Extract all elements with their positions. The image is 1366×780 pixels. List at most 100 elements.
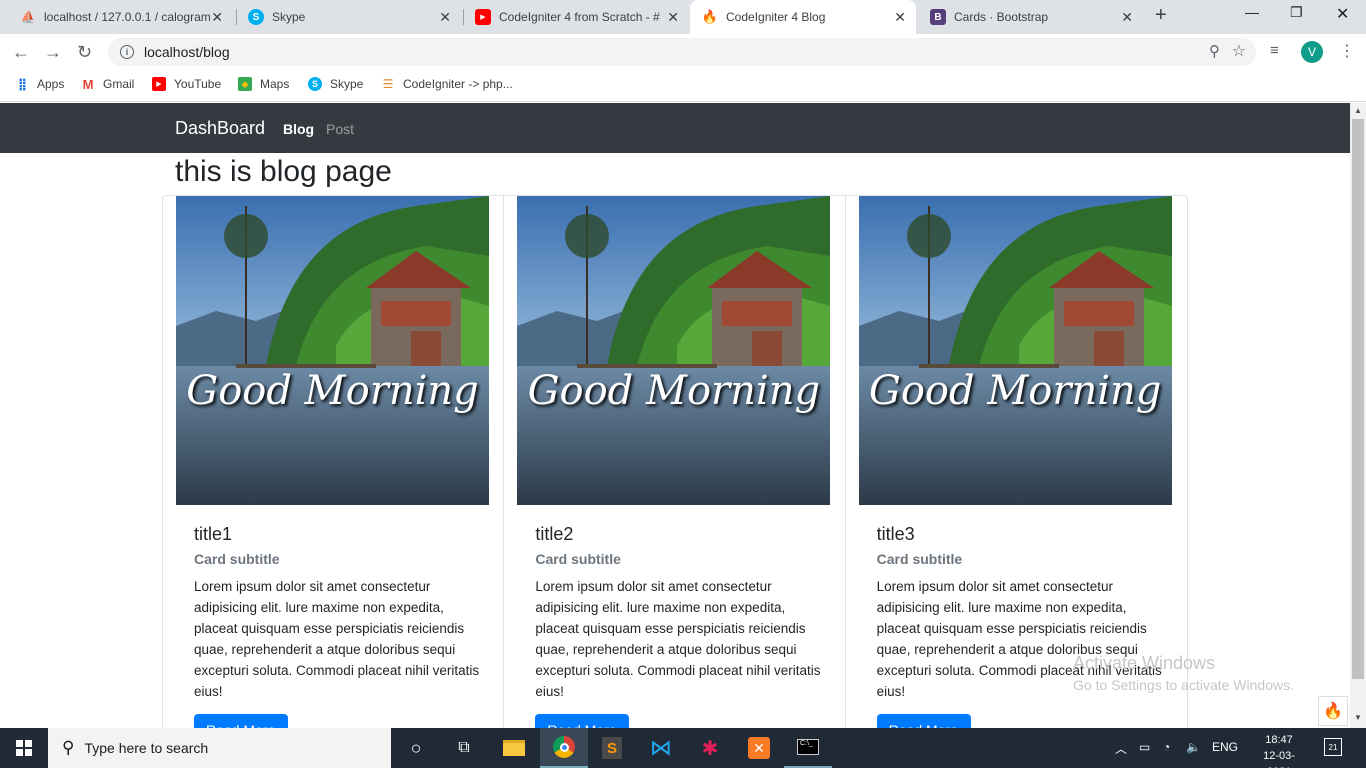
close-tab-icon[interactable]: ✕ [439,9,451,26]
taskbar-search[interactable]: ⚲ Type here to search [48,728,391,768]
tab-youtube[interactable]: ▶ CodeIgniter 4 from Scratch - # ✕ [463,0,689,34]
image-caption: Good Morning [868,368,1162,414]
youtube-icon: ▶ [152,77,166,91]
card: Good Morning title3 Card subtitle Lorem … [846,196,1187,728]
bookmark-youtube[interactable]: ▶ YouTube [152,77,221,91]
card-title: title1 [194,524,233,544]
nav-link-blog[interactable]: Blog [283,121,314,137]
vscode-icon[interactable]: ⋈ [637,728,685,768]
toolbar: ← → ↻ i localhost/blog ⚲ ☆ ≡ V ⋮ [0,34,1366,70]
navbar: DashBoard Blog Post [0,103,1350,153]
menu-icon[interactable]: ⋮ [1339,41,1355,61]
tab-codeigniter-blog[interactable]: 🔥 CodeIgniter 4 Blog ✕ [690,0,916,34]
cortana-icon[interactable]: ○ [392,728,440,768]
card: Good Morning title2 Card subtitle Lorem … [504,196,846,728]
close-tab-icon[interactable]: ✕ [667,9,679,26]
file-explorer-icon[interactable] [490,728,538,768]
reload-icon[interactable]: ↻ [77,42,92,63]
tab-bootstrap[interactable]: B Cards · Bootstrap ✕ [918,0,1143,34]
notification-center-icon[interactable]: 21 [1324,738,1342,756]
scroll-down-icon[interactable]: ▼ [1354,713,1362,722]
watermark-title: Activate Windows [1073,653,1216,673]
task-view-icon[interactable]: ⧉ [440,728,488,768]
tab-strip: ⛵ localhost / 127.0.0.1 / calogram ✕ S S… [0,0,1366,34]
xampp-icon[interactable]: ✕ [735,728,783,768]
clock-time: 18:47 [1265,734,1293,746]
maps-icon: ◆ [238,77,252,91]
read-more-button[interactable]: Read More [535,714,630,728]
bootstrap-icon: B [930,9,946,25]
image-caption: Good Morning [186,368,479,414]
wifi-icon[interactable]: ◔ [1163,740,1170,754]
close-tab-icon[interactable]: ✕ [894,9,906,26]
skype-icon: S [248,9,264,25]
info-icon[interactable]: i [120,45,134,59]
input-language[interactable]: ENG [1212,740,1238,754]
notification-count: 21 [1328,742,1338,752]
slack-icon[interactable]: ✱ [686,728,734,768]
nav-link-post[interactable]: Post [326,121,354,137]
tab-skype[interactable]: S Skype ✕ [236,0,461,34]
gmail-icon: M [82,76,94,92]
minimize-icon[interactable]: — [1245,4,1259,20]
card-subtitle: Card subtitle [876,551,963,567]
bookmark-skype[interactable]: S Skype [308,77,363,91]
card-subtitle: Card subtitle [194,551,280,567]
address-bar[interactable]: i localhost/blog ⚲ ☆ [108,38,1256,66]
page-scrollbar[interactable]: ▲ ▼ [1350,103,1366,728]
skype-icon: S [308,77,322,91]
card-group: Good Morning title1 Card subtitle Lorem … [162,195,1188,728]
volume-icon[interactable]: 🔈 [1186,740,1201,754]
card: Good Morning title1 Card subtitle Lorem … [163,196,505,728]
terminal-icon[interactable]: C:\_ [784,728,832,768]
scrollbar-thumb[interactable] [1352,119,1364,679]
card-subtitle: Card subtitle [535,551,621,567]
card-image: Good Morning [858,196,1172,505]
forward-icon[interactable]: → [44,42,62,63]
bookmark-maps[interactable]: ◆ Maps [238,77,289,91]
read-more-button[interactable]: Read More [876,714,971,728]
bookmark-codeigniter[interactable]: ☰ CodeIgniter -> php... [381,77,513,91]
new-tab-icon[interactable]: + [1155,4,1167,27]
page-viewport: DashBoard Blog Post this is blog page Go… [0,103,1350,728]
close-tab-icon[interactable]: ✕ [1121,9,1133,26]
battery-icon[interactable]: ▭ [1139,740,1150,754]
profile-avatar[interactable]: V [1301,41,1323,63]
card-text: Lorem ipsum dolor sit amet consectetur a… [194,579,480,699]
codeigniter-icon: 🔥 [701,9,719,24]
navbar-brand[interactable]: DashBoard [175,118,265,139]
card-image: Good Morning [517,196,831,505]
card-title: title2 [535,524,574,544]
start-button[interactable] [0,728,48,768]
apps-grid-icon: ⣿ [17,77,27,91]
read-more-button[interactable]: Read More [194,714,288,728]
page-heading: this is blog page [175,155,392,188]
zoom-icon[interactable]: ⚲ [1209,42,1220,60]
image-caption: Good Morning [527,368,821,414]
restore-icon[interactable]: ❐ [1290,4,1303,21]
close-tab-icon[interactable]: ✕ [211,9,223,26]
codeigniter-debug-icon[interactable]: 🔥 [1318,696,1348,726]
close-window-icon[interactable]: ✕ [1336,4,1349,24]
search-placeholder: Type here to search [84,740,209,756]
taskbar: ⚲ Type here to search ○ ⧉ S ⋈ ✱ ✕ C:\_ ︿… [0,728,1366,778]
watermark-subtitle: Go to Settings to activate Windows. [1073,677,1294,693]
chrome-icon[interactable] [540,728,588,768]
bookmark-gmail[interactable]: M Gmail [81,76,135,92]
scroll-up-icon[interactable]: ▲ [1354,106,1362,115]
back-icon[interactable]: ← [12,42,30,63]
media-queue-icon[interactable]: ≡ [1270,42,1279,59]
clock[interactable]: 18:47 12-03-2021 [1254,732,1304,780]
bookmarks-bar: ⣿ Apps M Gmail ▶ YouTube ◆ Maps S Skype … [0,70,1366,102]
bookmark-apps[interactable]: ⣿ Apps [15,77,65,91]
bookmark-star-icon[interactable]: ☆ [1232,41,1246,61]
search-icon: ⚲ [62,738,75,757]
tab-phpmyadmin[interactable]: ⛵ localhost / 127.0.0.1 / calogram ✕ [8,0,233,34]
url-text: localhost/blog [144,44,230,60]
activation-watermark: Activate Windows Go to Settings to activ… [1073,652,1294,696]
youtube-icon: ▶ [475,9,491,25]
card-image: Good Morning [176,196,489,505]
windows-icon [16,740,32,756]
sublime-text-icon[interactable]: S [588,728,636,768]
show-hidden-icons[interactable]: ︿ [1115,740,1127,757]
